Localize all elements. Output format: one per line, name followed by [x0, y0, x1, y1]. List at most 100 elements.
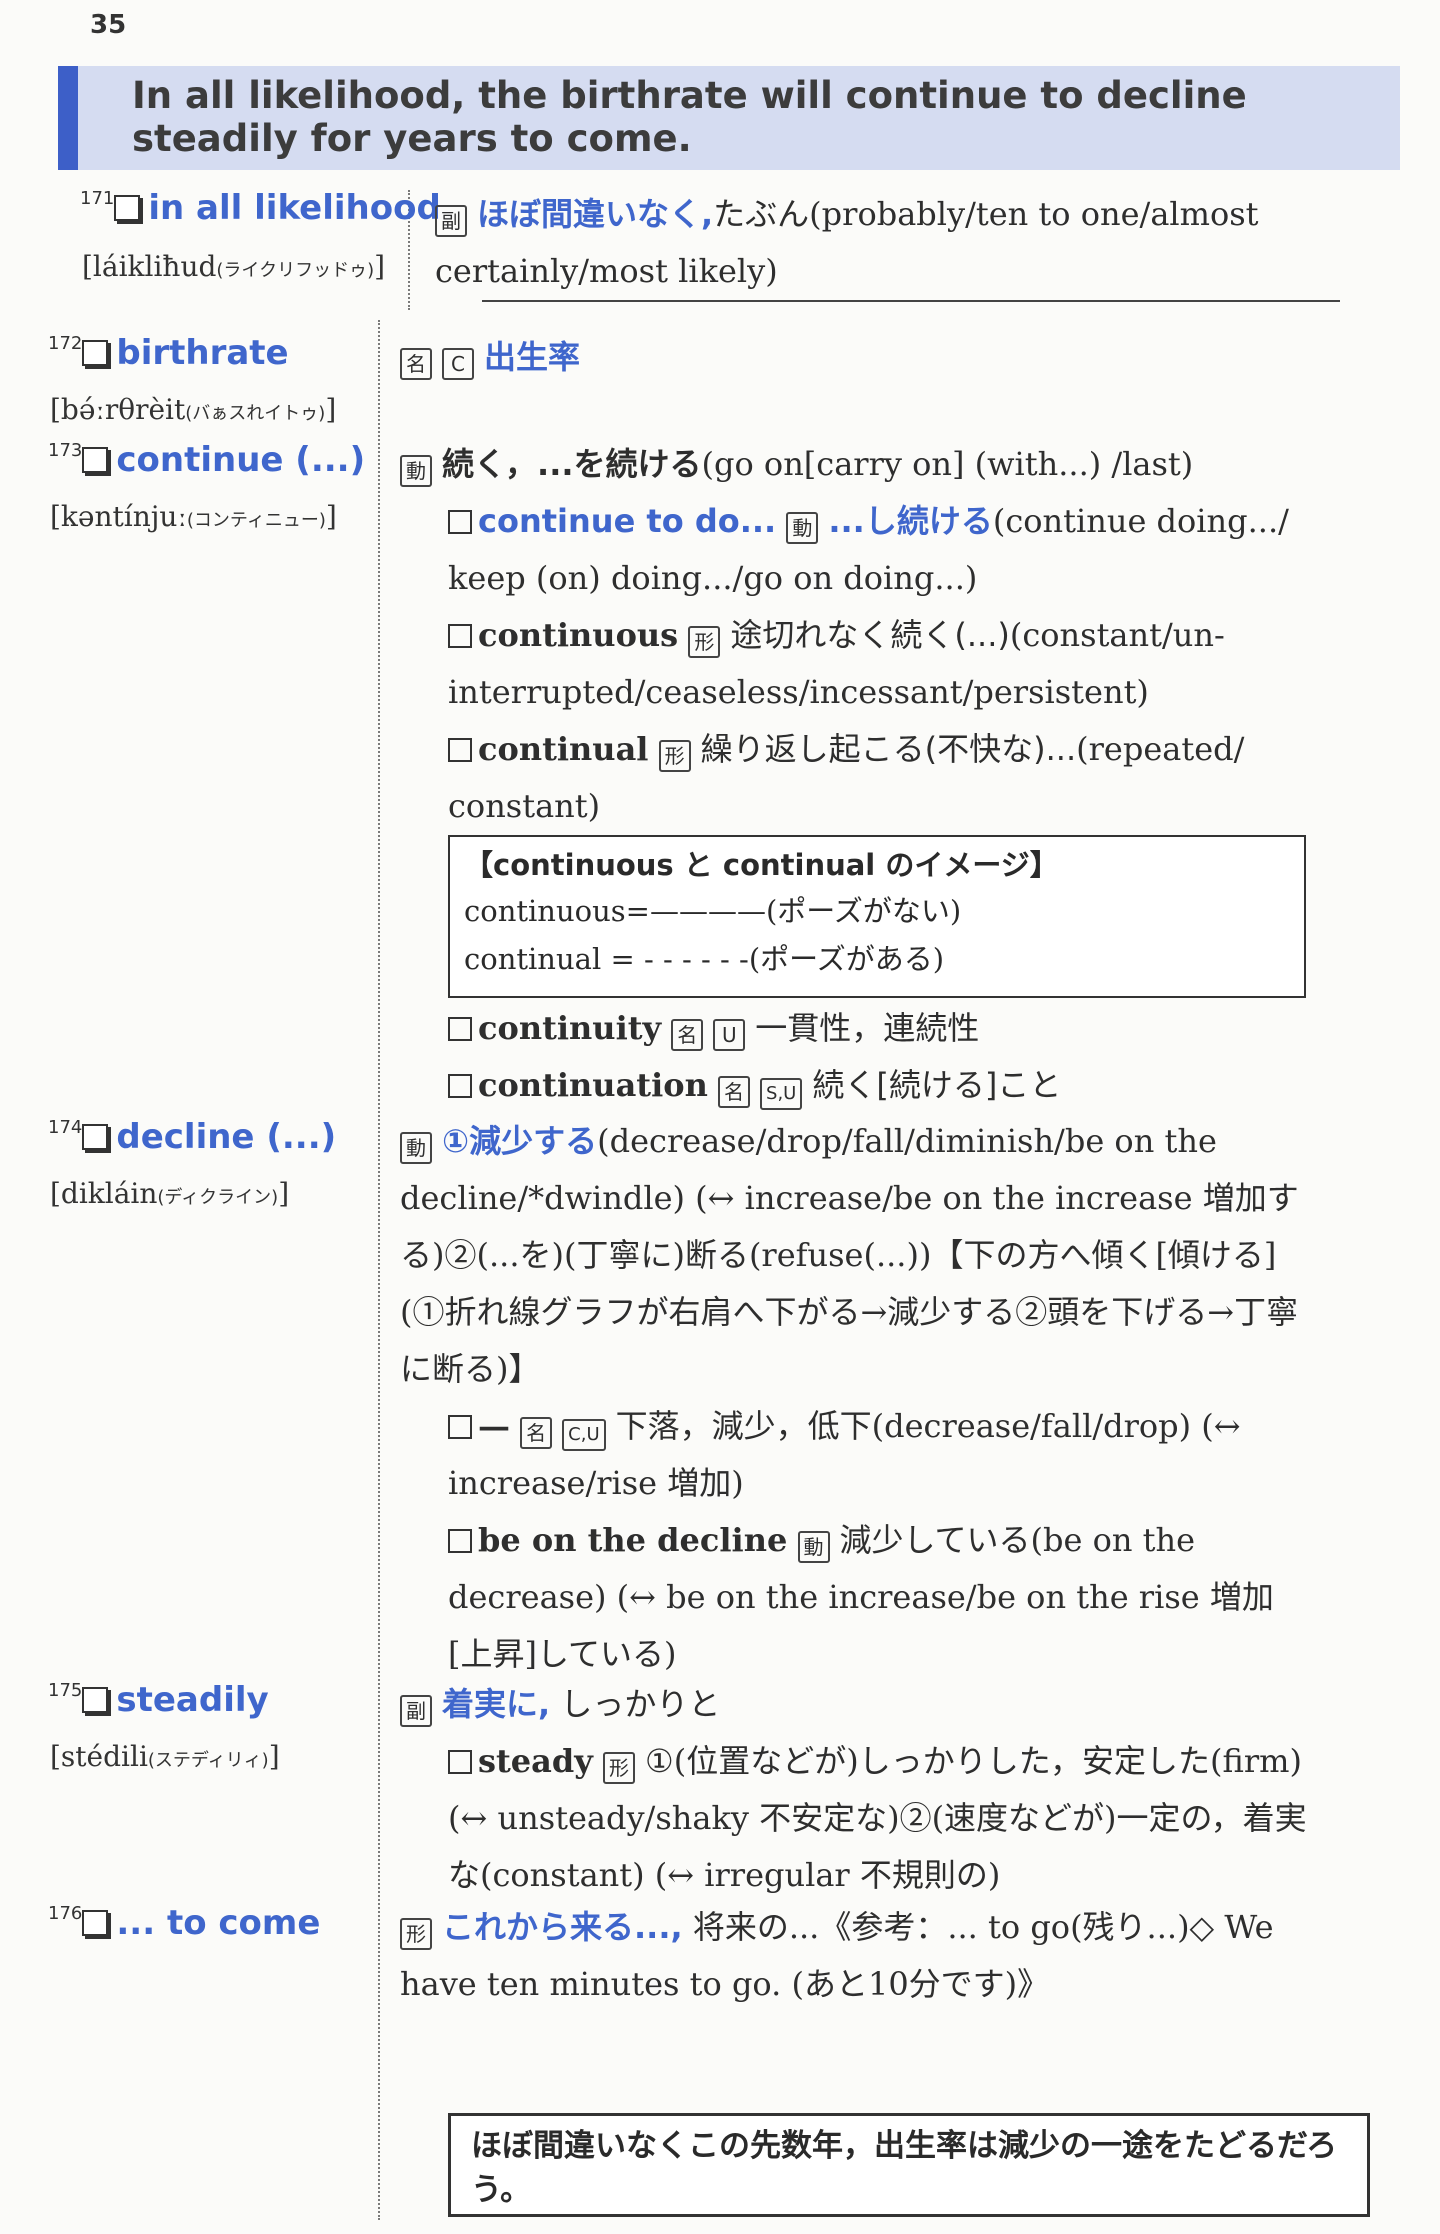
entry-176: 176 ... to come	[48, 1903, 320, 1943]
definition-176: 形これから来る..., 将来の...《参考：... to go(残り...)◇ …	[400, 1899, 1312, 2013]
checkbox-icon[interactable]	[82, 447, 109, 473]
pron-ipa: [kəntínjuː	[50, 500, 187, 533]
entry-number: 172	[48, 333, 83, 354]
pron-ipa: [bə́ːrθrèit	[50, 393, 186, 426]
checkbox-icon[interactable]	[448, 624, 472, 648]
pos-tag: 動	[400, 455, 432, 487]
sub-word: continuation	[478, 1066, 708, 1104]
checkbox-icon[interactable]	[82, 1687, 109, 1713]
checkbox-icon[interactable]	[114, 195, 141, 221]
entry-175: 175 steadily	[48, 1680, 269, 1720]
entry-word: decline (...)	[116, 1117, 337, 1157]
pron-kana: (ライクリフッドゥ)	[216, 260, 375, 281]
pron-ipa: [stédili	[50, 1740, 148, 1773]
checkbox-icon[interactable]	[448, 1415, 472, 1439]
sub-entry-continual: continual 形繰り返し起こる(不快な)...(repeated/ con…	[448, 721, 1310, 835]
japanese-translation-box: ほぼ間違いなくこの先数年，出生率は減少の一途をたどるだろう。	[448, 2113, 1370, 2217]
definition-main: これから来る...,	[442, 1908, 683, 1946]
definition-main: ①減少する	[442, 1122, 598, 1160]
sub-word: continue to do...	[478, 502, 777, 540]
sub-jp: 繰り返し起こる(不快な)...	[700, 730, 1077, 768]
countability-tag: S,U	[760, 1078, 803, 1110]
pos-tag: 副	[400, 1695, 432, 1727]
entry-171: 171 in all likelihood	[80, 188, 441, 228]
entry-word: birthrate	[116, 333, 289, 373]
checkbox-icon[interactable]	[448, 1017, 472, 1041]
definition-main: 出生率	[484, 338, 581, 376]
sub-entry-continuity: continuity 名 U 一貫性，連続性	[448, 1000, 1310, 1057]
countability-tag: C,U	[562, 1419, 606, 1451]
pronunciation-174: [dikláin(ディクライン)]	[50, 1177, 289, 1210]
checkbox-icon[interactable]	[82, 340, 109, 366]
pronunciation-173: [kəntínjuː(コンティニュー)]	[50, 500, 337, 533]
checkbox-icon[interactable]	[448, 510, 472, 534]
entry-word: steadily	[116, 1680, 269, 1720]
entry-word: ... to come	[116, 1903, 321, 1943]
pron-kana: (バぁスれイトゥ)	[185, 403, 326, 424]
pron-end: ]	[374, 250, 386, 283]
sub-entry-continuous: continuous 形途切れなく続く(...)(constant/un-int…	[448, 607, 1310, 721]
entry-number: 176	[48, 1903, 83, 1924]
countability-tag: C	[442, 348, 474, 380]
section-rule	[482, 300, 1340, 302]
image-note-box: 【continuous と continual のイメージ】 continuou…	[448, 835, 1306, 998]
checkbox-icon[interactable]	[448, 738, 472, 762]
entry-number: 175	[48, 1680, 83, 1701]
entry-172: 172 birthrate	[48, 333, 289, 373]
pos-tag: 動	[400, 1132, 432, 1164]
sub-word: continual	[478, 730, 649, 768]
entry-173: 173 continue (...)	[48, 440, 365, 480]
entry-word: continue (...)	[116, 440, 366, 480]
definition-main: 着実に,	[442, 1685, 551, 1723]
pos-tag: 形	[688, 626, 721, 658]
pos-tag: 副	[435, 205, 467, 237]
pos-tag: 形	[658, 740, 691, 772]
sub-entry-steady: steady 形 ①(位置などが)しっかりした，安定した(firm) (↔ uns…	[448, 1733, 1310, 1904]
checkbox-icon[interactable]	[448, 1074, 472, 1098]
pronunciation-175: [stédili(ステディリィ)]	[50, 1740, 280, 1773]
checkbox-icon[interactable]	[82, 1124, 109, 1150]
page-number: 35	[90, 10, 127, 40]
sub-entry-decline-noun: — 名 C,U 下落，減少，低下(decrease/fall/drop) (↔ in…	[448, 1398, 1310, 1512]
headline-sentence: In all likelihood, the birthrate will co…	[132, 74, 1247, 160]
pron-end: ]	[325, 500, 337, 533]
pron-end: ]	[268, 1740, 280, 1773]
pron-end: ]	[325, 393, 337, 426]
definition-rest: (go on[carry on] (with...) /last)	[701, 445, 1194, 483]
sub-word: continuous	[478, 616, 679, 654]
checkbox-icon[interactable]	[448, 1750, 472, 1774]
entry-174: 174 decline (...)	[48, 1117, 336, 1157]
sub-jp: 続く[続ける]こと	[812, 1066, 1062, 1104]
image-note-title: 【continuous と continual のイメージ】	[464, 848, 1059, 882]
pos-tag: 形	[603, 1752, 636, 1784]
column-divider	[378, 320, 380, 2220]
definition-171: 副ほぼ間違いなく,たぶん(probably/ten to one/almost …	[435, 186, 1345, 300]
headline-accent-bar	[58, 66, 78, 170]
pronunciation-171: [láikliħud(ライクリフッドゥ)]	[82, 250, 385, 283]
checkbox-icon[interactable]	[448, 1529, 472, 1553]
definition-main: 続く，...を続ける	[442, 445, 702, 483]
entry-word: in all likelihood	[148, 188, 441, 228]
sub-jp: ...し続ける	[828, 502, 993, 540]
entry-number: 171	[80, 188, 115, 209]
definition-rest: (decrease/drop/fall/diminish/be on the d…	[400, 1122, 1299, 1388]
headline-banner: In all likelihood, the birthrate will co…	[58, 66, 1400, 170]
definition-175: 副着実に, しっかりと	[400, 1676, 720, 1733]
checkbox-icon[interactable]	[82, 1910, 109, 1936]
pos-tag: 名	[400, 348, 432, 380]
entry-number: 174	[48, 1117, 83, 1138]
definition-174: 動 ①減少する(decrease/drop/fall/diminish/be on…	[400, 1113, 1312, 1398]
sub-word: steady	[478, 1742, 593, 1780]
pron-ipa: [dikláin	[50, 1177, 158, 1210]
entry-number: 173	[48, 440, 83, 461]
pron-kana: (ステディリィ)	[147, 1750, 269, 1771]
sub-jp: 途切れなく続く(...)	[730, 616, 1010, 654]
pos-tag: 名	[520, 1417, 553, 1449]
definition-rest: しっかりと	[560, 1685, 721, 1723]
pos-tag: 動	[786, 512, 819, 544]
pron-ipa: [láikliħud	[82, 250, 217, 283]
image-note-line: continuous=————(ポーズがない)	[464, 894, 962, 928]
sub-word: continuity	[478, 1009, 662, 1047]
sub-jp: 一貫性，連続性	[755, 1009, 980, 1047]
sub-entry-continuation: continuation 名 S,U 続く[続ける]こと	[448, 1057, 1310, 1114]
